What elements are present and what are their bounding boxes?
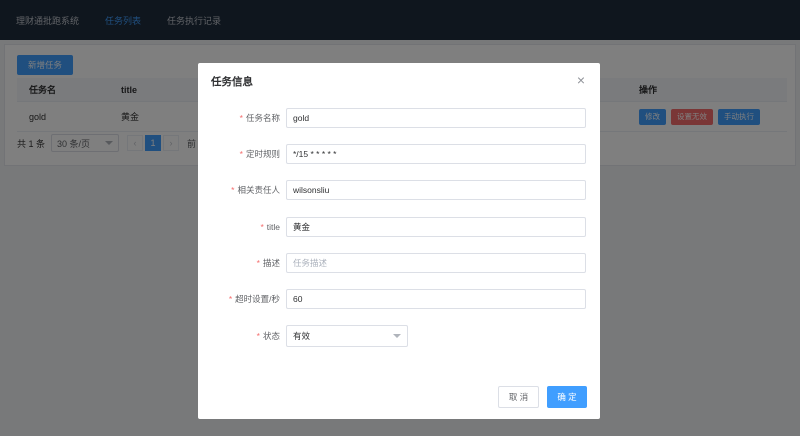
- field-label: 描述: [262, 258, 280, 268]
- task-info-dialog: 任务信息 × * 任务名称 gold * 定时规则 */15 * * * * * *…: [198, 63, 600, 419]
- title-input[interactable]: 黄金: [286, 217, 586, 237]
- timeout-input[interactable]: 60: [286, 289, 586, 309]
- field-label: 状态: [262, 331, 280, 341]
- field-label: 定时规则: [245, 149, 280, 159]
- field-label: title: [266, 222, 280, 232]
- form-row-title: * title 黄金: [198, 217, 600, 237]
- task-name-input[interactable]: gold: [286, 108, 586, 128]
- required-mark: *: [239, 113, 243, 123]
- required-mark: *: [256, 331, 260, 341]
- status-select[interactable]: 有效: [286, 325, 408, 347]
- field-label: 相关责任人: [237, 185, 280, 195]
- form-row-description: * 描述 任务描述: [198, 253, 600, 273]
- field-label: 超时设置/秒: [235, 294, 280, 304]
- status-value: 有效: [293, 331, 311, 341]
- owner-input[interactable]: wilsonsliu: [286, 180, 586, 200]
- close-icon[interactable]: ×: [574, 73, 588, 87]
- required-mark: *: [239, 149, 243, 159]
- dialog-title: 任务信息: [211, 76, 253, 88]
- form-row-task-name: * 任务名称 gold: [198, 108, 600, 128]
- required-mark: *: [256, 258, 260, 268]
- cancel-button[interactable]: 取 消: [498, 386, 539, 408]
- form-row-cron: * 定时规则 */15 * * * * *: [198, 144, 600, 164]
- form-row-status: * 状态 有效: [198, 325, 600, 347]
- required-mark: *: [228, 294, 233, 304]
- description-input[interactable]: 任务描述: [286, 253, 586, 273]
- confirm-button[interactable]: 确 定: [547, 386, 587, 408]
- form-row-owner: * 相关责任人 wilsonsliu: [198, 180, 600, 200]
- required-mark: *: [260, 222, 264, 232]
- cron-rule-input[interactable]: */15 * * * * *: [286, 144, 586, 164]
- field-label: 任务名称: [245, 113, 280, 123]
- chevron-down-icon: [393, 334, 401, 338]
- required-mark: *: [231, 185, 235, 195]
- form-row-timeout: * 超时设置/秒 60: [198, 289, 600, 309]
